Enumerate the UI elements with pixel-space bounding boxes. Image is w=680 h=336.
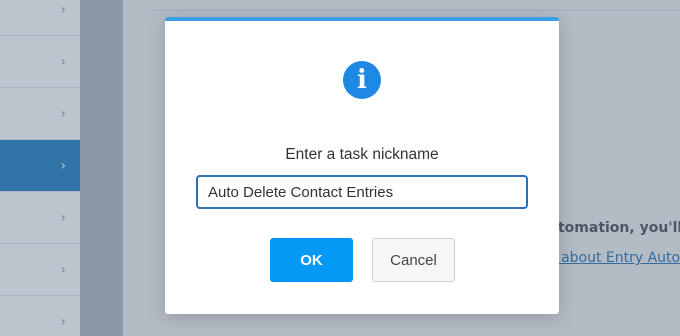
- cancel-button[interactable]: Cancel: [372, 238, 455, 282]
- dialog-prompt: Enter a task nickname: [285, 146, 439, 163]
- nickname-dialog: i Enter a task nickname OK Cancel: [165, 17, 559, 314]
- info-icon: i: [343, 61, 381, 99]
- task-nickname-input[interactable]: [196, 175, 528, 209]
- app-window: › › › › › › › utomation, you'll e about …: [0, 0, 680, 336]
- ok-button[interactable]: OK: [270, 238, 353, 282]
